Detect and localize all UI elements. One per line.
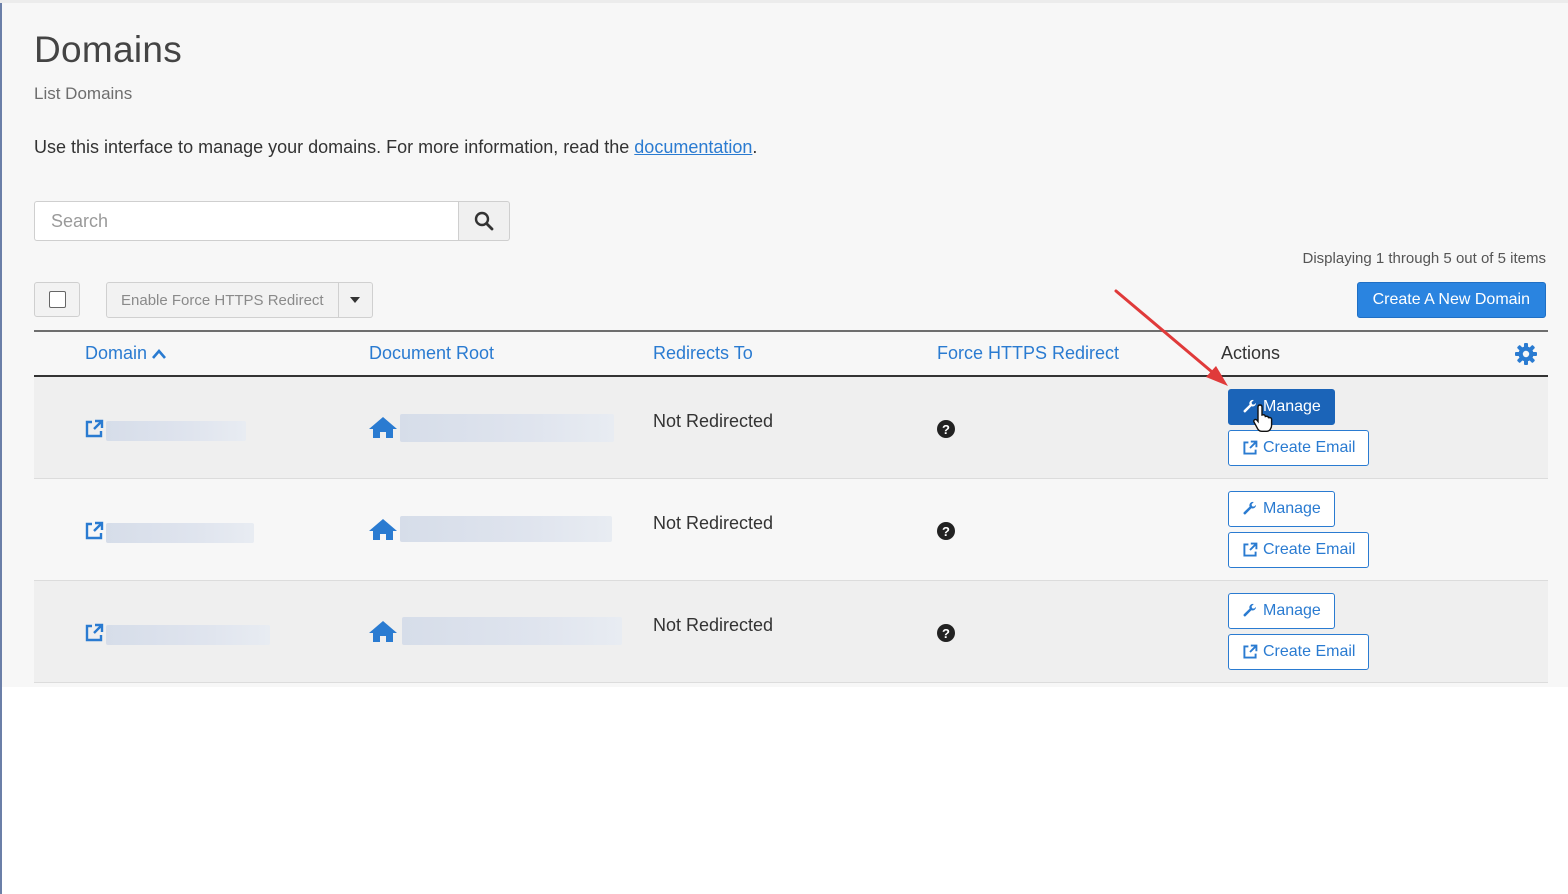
header-force-https[interactable]: Force HTTPS Redirect [937,343,1119,364]
document-root-redacted [402,617,622,645]
external-link-icon [1243,644,1258,659]
question-circle-icon[interactable]: ? [936,521,956,541]
create-email-label: Create Email [1263,439,1356,456]
manage-button[interactable]: Manage [1228,389,1335,425]
redirect-status: Not Redirected [653,411,774,431]
wrench-icon [1243,603,1256,617]
question-circle-icon[interactable]: ? [936,623,956,643]
chevron-up-icon [152,349,167,360]
manage-label: Manage [1263,602,1321,619]
pagination-info: Displaying 1 through 5 out of 5 items [1302,250,1546,267]
document-root-redacted [400,414,614,442]
create-domain-button[interactable]: Create A New Domain [1356,282,1546,318]
domain-name-redacted[interactable] [106,523,254,543]
question-circle-icon[interactable]: ? [936,419,956,439]
table-row: Not Redirected ? Manage Create Email [34,479,1548,581]
redirect-status: Not Redirected [653,615,774,635]
select-all-checkbox[interactable] [34,282,80,317]
intro-period: . [752,137,758,157]
page-title: Domains [34,29,183,70]
home-icon [369,519,397,540]
header-actions: Actions [1221,343,1281,363]
bulk-action-dropdown-toggle[interactable] [338,282,373,318]
search-box [34,201,510,241]
home-icon [369,621,397,642]
create-email-label: Create Email [1263,643,1356,660]
redirect-status: Not Redirected [653,513,774,533]
wrench-icon [1243,501,1256,515]
header-domain[interactable]: Domain [85,343,167,364]
pointer-hand-icon [1253,404,1273,432]
intro-sentence: Use this interface to manage your domain… [34,137,635,157]
domain-name-redacted[interactable] [106,421,246,441]
external-link-icon [1243,542,1258,557]
documentation-link[interactable]: documentation [634,137,752,157]
create-email-label: Create Email [1263,541,1356,558]
page-subtitle: List Domains [34,84,133,103]
domains-panel: Domains List Domains Use this interface … [2,3,1568,687]
create-email-button[interactable]: Create Email [1228,532,1370,568]
external-link-icon[interactable] [84,419,104,439]
checkbox-box [48,291,66,308]
header-document-root[interactable]: Document Root [369,343,494,364]
manage-label: Manage [1263,500,1321,517]
svg-text:?: ? [942,626,950,641]
gear-icon[interactable] [1514,342,1538,366]
enable-force-https-button[interactable]: Enable Force HTTPS Redirect [106,282,339,318]
intro-text: Use this interface to manage your domain… [34,137,757,158]
svg-text:?: ? [942,422,950,437]
create-email-button[interactable]: Create Email [1228,430,1370,466]
svg-text:?: ? [942,524,950,539]
header-domain-label: Domain [85,343,148,363]
document-root-redacted [400,516,612,542]
table-row: Not Redirected ? Manage Create Email [34,581,1548,683]
domains-table: Domain Document Root Redirects To Force … [34,330,1548,683]
home-icon [369,417,397,438]
manage-button[interactable]: Manage [1228,593,1335,629]
header-redirects-to[interactable]: Redirects To [653,343,753,364]
manage-button[interactable]: Manage [1228,491,1335,527]
search-input[interactable] [34,201,459,241]
search-button[interactable] [458,201,510,241]
search-icon [474,211,494,231]
external-link-icon[interactable] [84,521,104,541]
external-link-icon [1243,440,1258,455]
bulk-action-group: Enable Force HTTPS Redirect [106,282,373,318]
domain-name-redacted[interactable] [106,625,270,645]
external-link-icon[interactable] [84,623,104,643]
create-email-button[interactable]: Create Email [1228,634,1370,670]
caret-down-icon [350,297,361,303]
table-header: Domain Document Root Redirects To Force … [34,330,1548,377]
table-row: Not Redirected ? Manage Create Email [34,377,1548,479]
